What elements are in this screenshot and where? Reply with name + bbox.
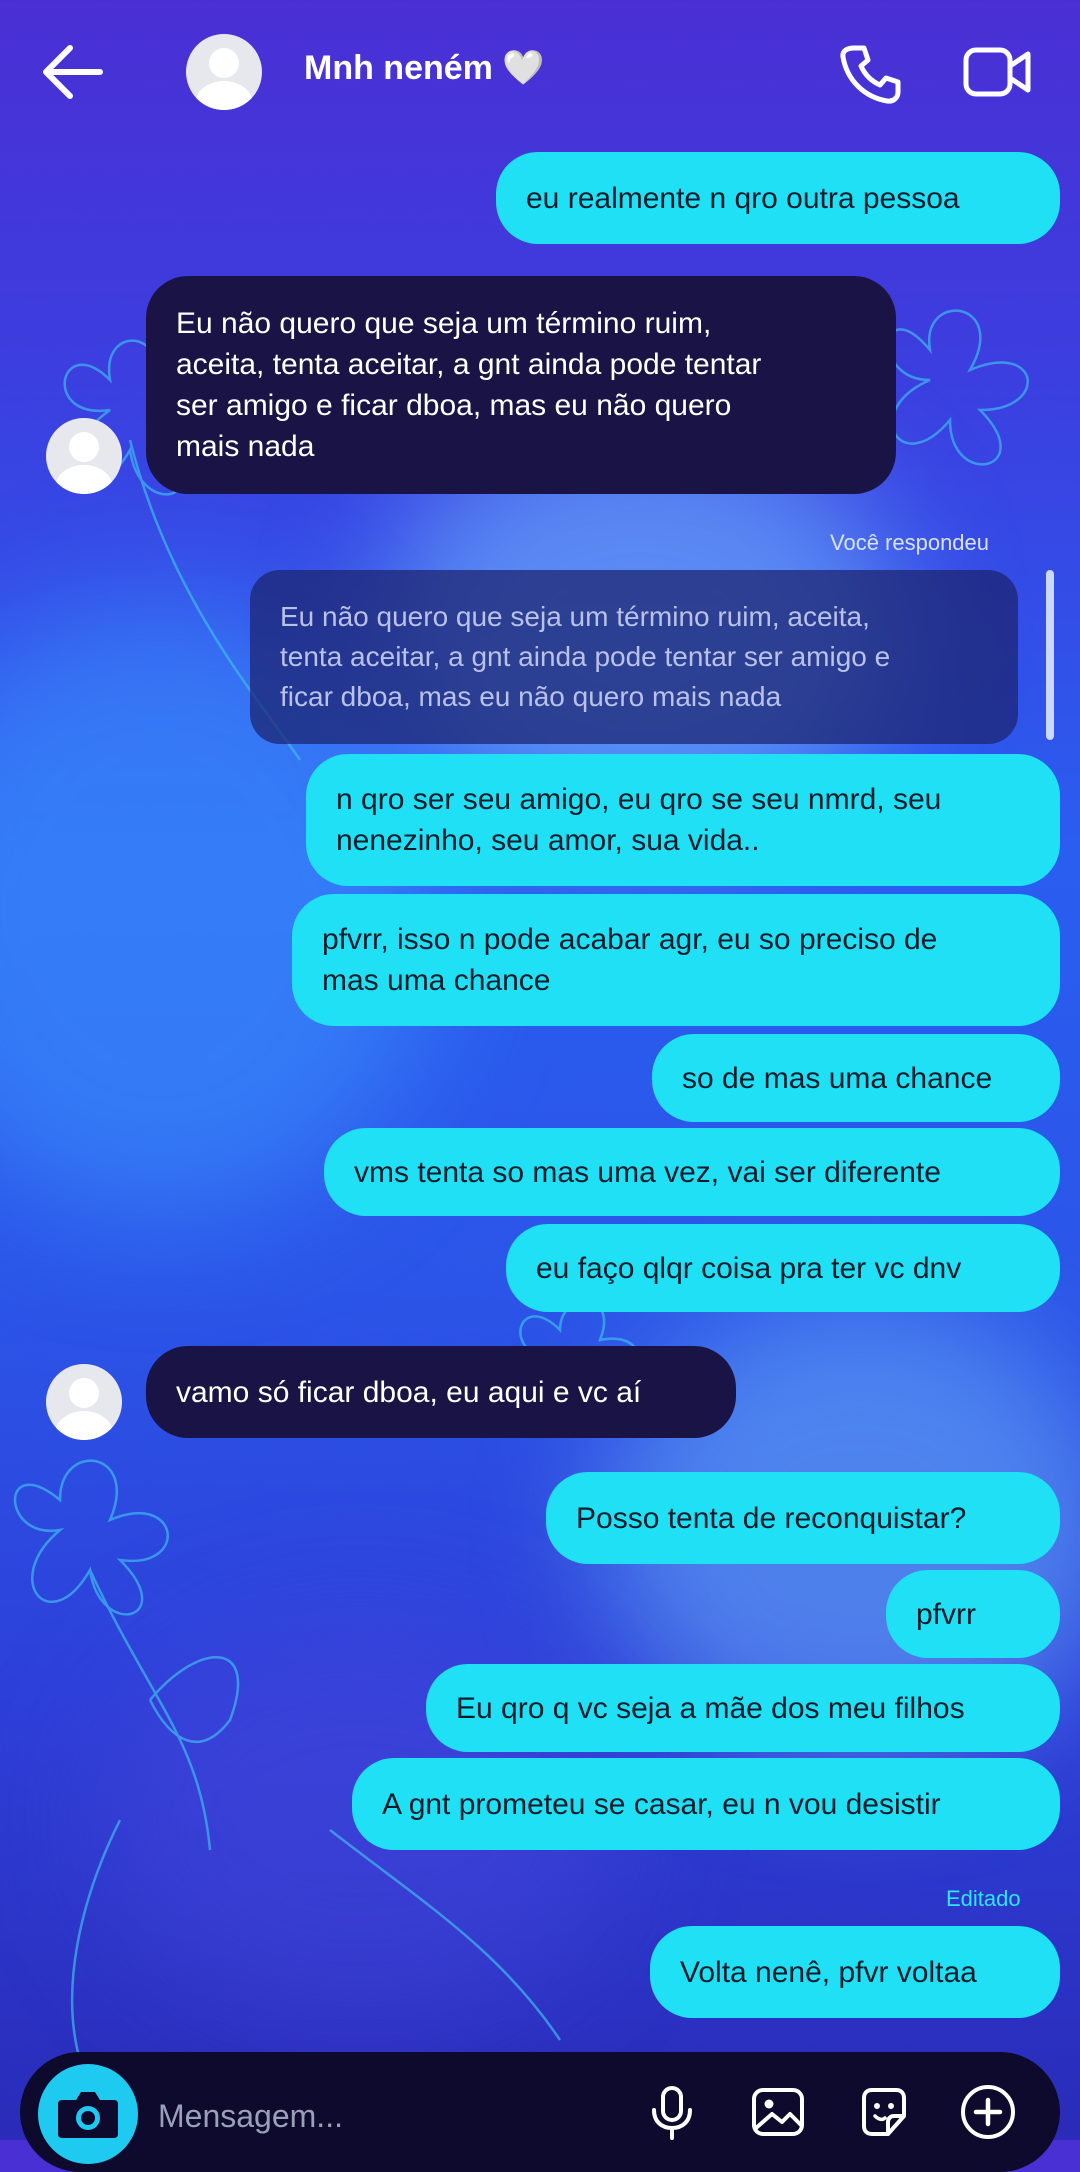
message-input[interactable]: Mensagem... bbox=[158, 2098, 343, 2135]
message-incoming[interactable]: vamo só ficar dboa, eu aqui e vc aí bbox=[146, 1346, 736, 1438]
message-outgoing[interactable]: A gnt prometeu se casar, eu n vou desist… bbox=[352, 1758, 1060, 1850]
video-call-icon[interactable] bbox=[962, 44, 1032, 100]
chat-header: Mnh neném 🤍 bbox=[0, 0, 1080, 150]
back-arrow-icon[interactable] bbox=[38, 40, 108, 104]
edited-label: Editado bbox=[946, 1886, 1021, 1911]
message-outgoing[interactable]: eu faço qlqr coisa pra ter vc dnv bbox=[506, 1224, 1060, 1312]
sender-avatar[interactable] bbox=[46, 1364, 122, 1440]
phone-icon[interactable] bbox=[838, 42, 902, 106]
message-outgoing[interactable]: pfvrr, isso n pode acabar agr, eu so pre… bbox=[292, 894, 1060, 1026]
camera-button[interactable] bbox=[38, 2064, 138, 2164]
heart-emoji: 🤍 bbox=[502, 49, 545, 87]
replied-label: Você respondeu bbox=[830, 530, 990, 555]
message-outgoing[interactable]: n qro ser seu amigo, eu qro se seu nmrd,… bbox=[306, 754, 1060, 886]
message-outgoing[interactable]: pfvrr bbox=[886, 1570, 1060, 1658]
message-outgoing[interactable]: so de mas uma chance bbox=[652, 1034, 1060, 1122]
scrollbar[interactable] bbox=[1046, 570, 1054, 740]
microphone-icon[interactable] bbox=[642, 2082, 702, 2142]
quoted-reply[interactable]: Eu não quero que seja um término ruim, a… bbox=[250, 570, 1018, 744]
message-outgoing[interactable]: eu realmente n qro outra pessoa bbox=[496, 152, 1060, 244]
message-incoming[interactable]: Eu não quero que seja um término ruim, a… bbox=[146, 276, 896, 494]
message-outgoing[interactable]: Posso tenta de reconquistar? bbox=[546, 1472, 1060, 1564]
sender-avatar[interactable] bbox=[46, 418, 122, 494]
camera-icon bbox=[58, 2092, 118, 2138]
gallery-icon[interactable] bbox=[748, 2082, 808, 2142]
contact-avatar[interactable] bbox=[186, 34, 262, 110]
sticker-icon[interactable] bbox=[854, 2082, 914, 2142]
message-outgoing[interactable]: Eu qro q vc seja a mãe dos meu filhos bbox=[426, 1664, 1060, 1752]
plus-icon[interactable] bbox=[958, 2082, 1018, 2142]
contact-name[interactable]: Mnh neném 🤍 bbox=[304, 48, 545, 88]
message-outgoing[interactable]: vms tenta so mas uma vez, vai ser difere… bbox=[324, 1128, 1060, 1216]
message-outgoing[interactable]: Volta nenê, pfvr voltaa bbox=[650, 1926, 1060, 2018]
